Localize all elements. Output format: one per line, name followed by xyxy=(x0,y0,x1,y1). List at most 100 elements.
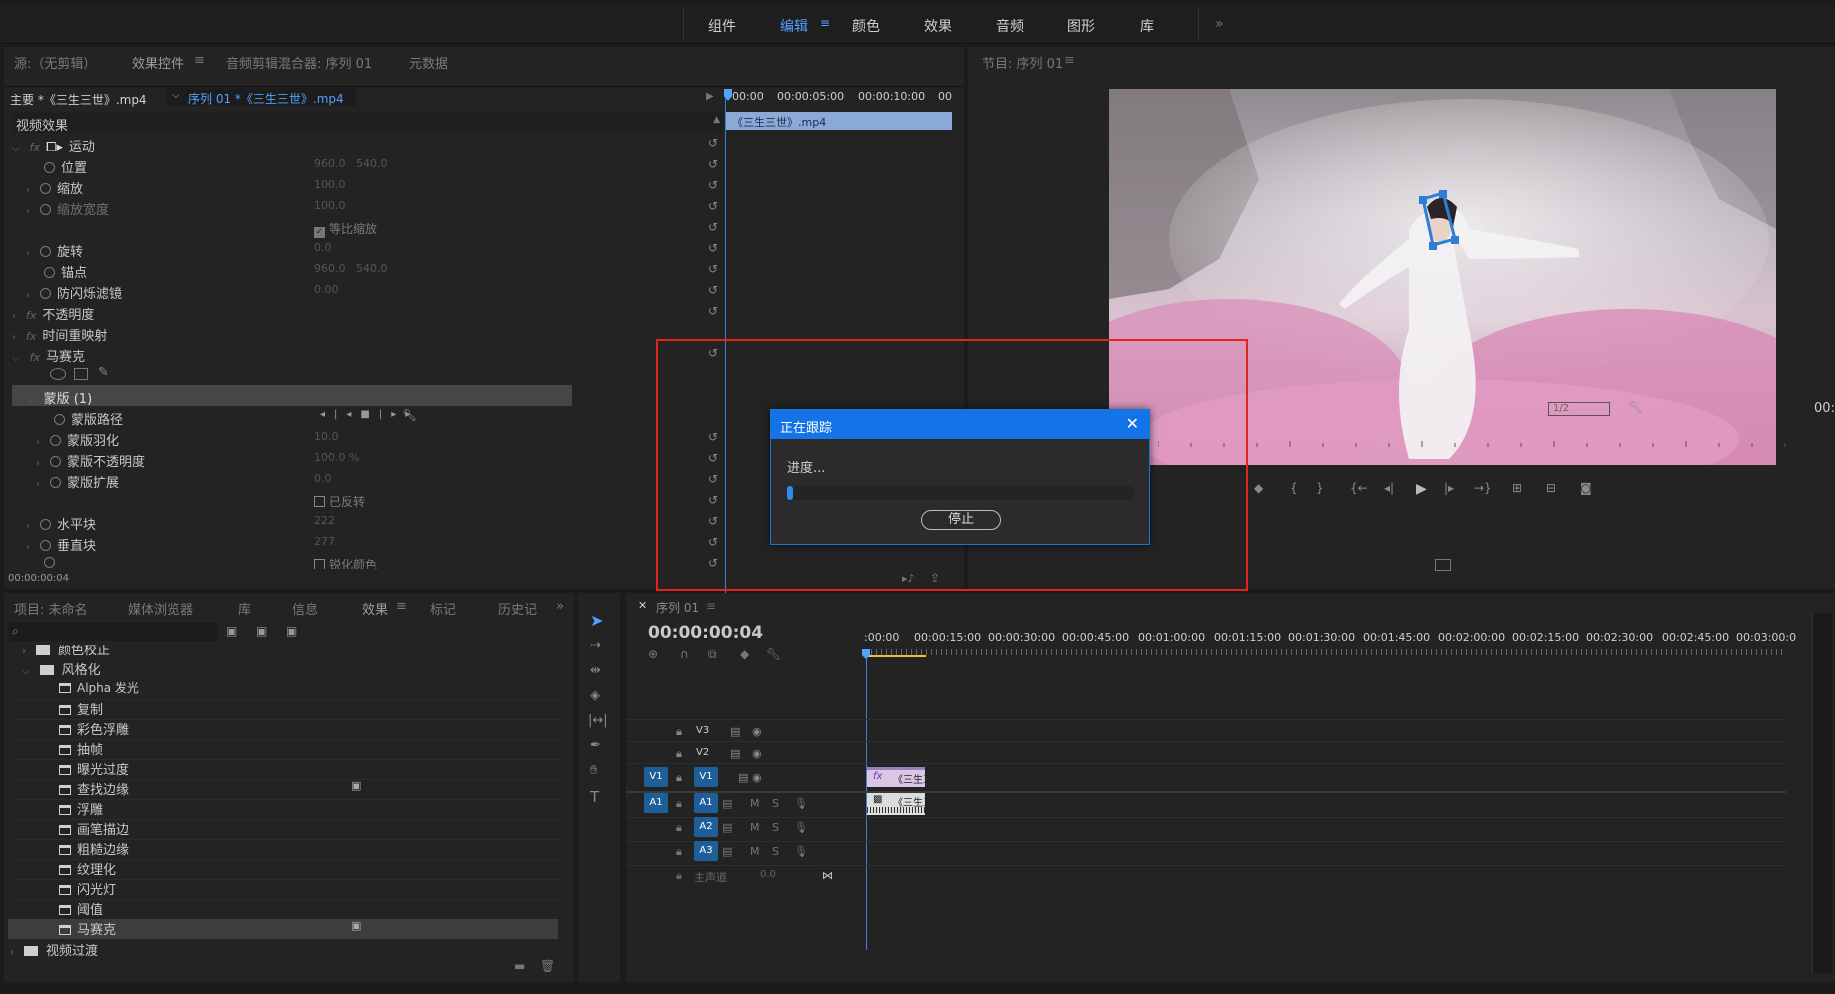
ellipse-mask-icon[interactable] xyxy=(50,368,66,380)
tab-effect-controls[interactable]: 效果控件 xyxy=(132,53,184,72)
param-row-vertical-blocks[interactable]: › 垂直块 277 ↺ xyxy=(12,532,722,554)
pen-tool-icon[interactable]: ✒ xyxy=(590,738,601,753)
tab-history[interactable]: 历史记 xyxy=(498,599,537,618)
track-select-tool-icon[interactable]: ⇢ xyxy=(590,638,601,653)
param-row-position[interactable]: 位置 960.0 540.0 ↺ xyxy=(12,154,722,176)
reset-icon[interactable]: ↺ xyxy=(708,283,722,297)
stopwatch-icon[interactable] xyxy=(40,519,51,530)
pen-mask-icon[interactable]: ✎ xyxy=(98,365,109,380)
chevron-right-icon[interactable]: › xyxy=(26,542,30,553)
reset-icon[interactable]: ↺ xyxy=(708,556,722,569)
chevron-right-icon[interactable]: › xyxy=(36,479,40,490)
linked-selection-icon[interactable]: ⧉ xyxy=(708,647,717,662)
reset-icon[interactable]: ↺ xyxy=(708,451,722,465)
step-back-icon[interactable]: ◂| xyxy=(1384,481,1394,495)
tab-menu-icon[interactable]: ≡ xyxy=(194,53,205,68)
program-timecode[interactable]: 00: xyxy=(1814,401,1835,416)
effect-item[interactable]: 画笔描边 xyxy=(59,819,129,839)
checkbox-icon[interactable] xyxy=(314,496,325,507)
sync-icon[interactable]: ▤ xyxy=(730,747,740,760)
effect-item[interactable]: 阈值 xyxy=(59,899,103,919)
sync-icon[interactable]: ▤ xyxy=(722,845,732,858)
mic-icon[interactable]: 🎙︎ xyxy=(794,845,808,858)
chevron-down-icon[interactable]: ⌵ xyxy=(22,666,30,677)
solo-button[interactable]: S xyxy=(772,797,779,810)
reset-icon[interactable]: ↺ xyxy=(708,493,722,507)
delete-icon[interactable]: 🗑︎ xyxy=(540,959,555,973)
chevron-right-icon[interactable]: › xyxy=(26,206,30,217)
effect-item[interactable]: 闪光灯 xyxy=(59,879,116,899)
mic-icon[interactable]: 🎙︎ xyxy=(794,821,808,834)
source-patch-a1[interactable]: A1 xyxy=(644,793,668,813)
stopwatch-icon[interactable] xyxy=(50,456,61,467)
timeline-ruler[interactable]: :00:00 00:00:15:00 00:00:30:00 00:00:45:… xyxy=(864,627,1796,657)
effect-item[interactable]: 浮雕 xyxy=(59,799,103,819)
ripple-edit-tool-icon[interactable]: ⇹ xyxy=(590,663,601,678)
lock-icon[interactable]: 🔒︎ xyxy=(676,845,682,858)
chevron-right-icon[interactable]: › xyxy=(26,290,30,301)
mic-icon[interactable]: 🎙︎ xyxy=(794,797,808,810)
work-area-bar[interactable] xyxy=(866,655,926,657)
panel-menu-icon[interactable]: ≡ xyxy=(1064,53,1075,68)
new-bin-icon[interactable]: ▬ xyxy=(514,959,525,973)
param-row-inverted[interactable]: 已反转 ↺ xyxy=(12,490,722,511)
mute-button[interactable]: M xyxy=(750,845,760,858)
chevron-right-icon[interactable]: › xyxy=(10,947,14,958)
param-value[interactable]: 100.0 xyxy=(314,178,346,191)
mute-button[interactable]: M xyxy=(750,797,760,810)
workspace-tab-assembly[interactable]: 组件 xyxy=(708,16,736,36)
video-frame[interactable] xyxy=(1109,89,1776,465)
param-row-mask-feather[interactable]: › 蒙版羽化 10.0 ↺ xyxy=(12,427,722,449)
insert-icon[interactable]: ⊞ xyxy=(1512,481,1522,495)
workspace-tab-effects[interactable]: 效果 xyxy=(924,16,952,36)
lock-icon[interactable]: 🔒︎ xyxy=(676,869,682,882)
checkbox-icon[interactable] xyxy=(314,559,325,569)
param-value[interactable]: 960.0 xyxy=(314,157,346,170)
reset-icon[interactable]: ↺ xyxy=(708,430,722,444)
32bit-effects-icon[interactable]: ▣ xyxy=(256,624,267,638)
reset-icon[interactable]: ↺ xyxy=(708,178,722,192)
checkbox-checked-icon[interactable]: ✓ xyxy=(314,227,325,238)
effect-row-motion[interactable]: ⌵ fx ⧠▸ 运动 ↺ xyxy=(12,133,722,155)
slip-tool-icon[interactable]: |↔| xyxy=(588,713,608,728)
type-tool-icon[interactable]: T xyxy=(590,788,599,806)
effect-row-time-remap[interactable]: › fx 时间重映射 xyxy=(12,322,722,344)
param-row-mask-path[interactable]: 蒙版路径 ◂|◂■|▸▸ 🔧︎ xyxy=(12,406,722,428)
workspace-tab-libraries[interactable]: 库 xyxy=(1140,16,1154,36)
param-row-mask-expansion[interactable]: › 蒙版扩展 0.0 ↺ xyxy=(12,469,722,491)
scroll-up-icon[interactable]: ▲ xyxy=(713,115,720,125)
stopwatch-icon[interactable] xyxy=(44,162,55,173)
effect-row-mosaic[interactable]: ⌵ fx 马赛克 ↺ xyxy=(12,343,722,365)
stopwatch-icon[interactable] xyxy=(44,267,55,278)
param-value[interactable]: 0.0 xyxy=(314,472,332,485)
chevron-right-icon[interactable]: › xyxy=(12,332,16,343)
chevron-right-icon[interactable]: › xyxy=(36,458,40,469)
go-to-in-icon[interactable]: {← xyxy=(1350,481,1368,495)
effect-item[interactable]: 抽帧 xyxy=(59,739,103,759)
tab-audio-mixer[interactable]: 音频剪辑混合器: 序列 01 xyxy=(226,53,372,72)
reset-icon[interactable]: ↺ xyxy=(708,304,722,318)
effect-item[interactable]: 纹理化 xyxy=(59,859,116,879)
mark-in-icon[interactable]: { xyxy=(1290,481,1298,495)
workspace-tab-graphics[interactable]: 图形 xyxy=(1067,16,1095,36)
tab-metadata[interactable]: 元数据 xyxy=(409,53,448,72)
master-clip-label[interactable]: 主要 *《三生三世》.mp4 xyxy=(10,91,147,108)
param-row-scale[interactable]: › 缩放 100.0 ↺ xyxy=(12,175,722,197)
reset-icon[interactable]: ↺ xyxy=(708,241,722,255)
param-row-mask-opacity[interactable]: › 蒙版不透明度 100.0 % ↺ xyxy=(12,448,722,470)
mask-row-selected[interactable]: ⌵ 蒙版 (1) xyxy=(12,385,572,407)
wrench-icon[interactable]: 🔧︎ xyxy=(402,408,417,422)
lock-icon[interactable]: 🔒︎ xyxy=(676,821,682,834)
go-to-out-icon[interactable]: →} xyxy=(1474,481,1492,495)
param-value[interactable]: 10.0 xyxy=(314,430,339,443)
mark-out-icon[interactable]: } xyxy=(1316,481,1324,495)
track-target-a1[interactable]: A1 xyxy=(694,793,718,813)
stopwatch-icon[interactable] xyxy=(40,288,51,299)
chevron-right-icon[interactable]: › xyxy=(26,521,30,532)
play-triangle-icon[interactable]: ▶ xyxy=(706,91,714,102)
tab-source[interactable]: 源:（无剪辑） xyxy=(14,53,96,72)
reset-icon[interactable]: ↺ xyxy=(708,136,722,150)
folder-video-transitions[interactable]: › 视频过渡 xyxy=(10,940,98,960)
fx-icon[interactable]: fx xyxy=(30,141,40,154)
param-value[interactable]: 100.0 xyxy=(314,199,346,212)
